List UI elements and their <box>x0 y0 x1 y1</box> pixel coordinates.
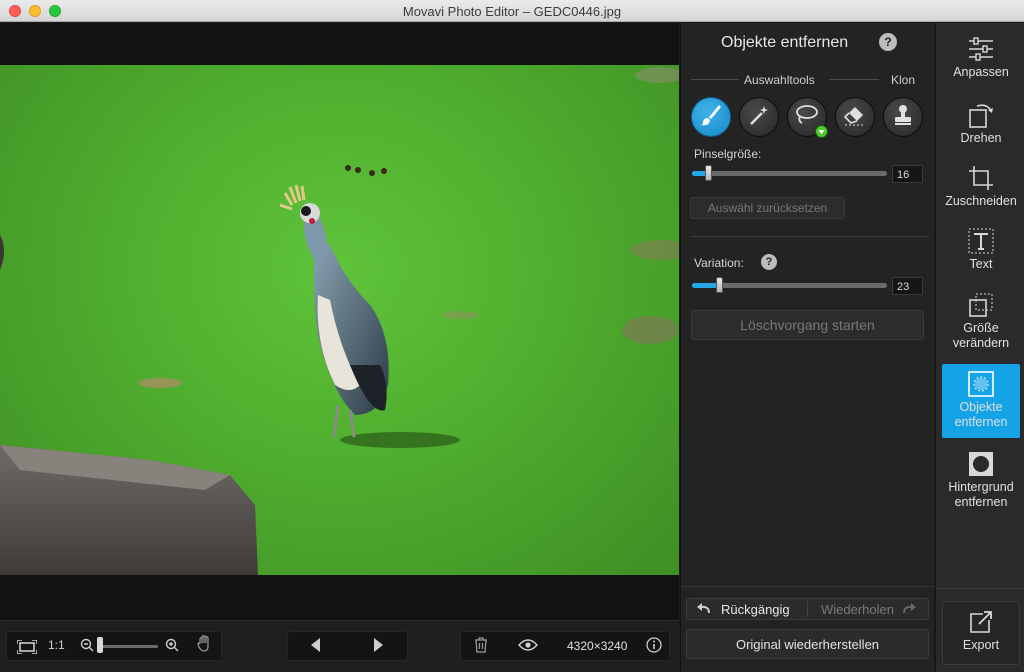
sidebar-item-background-removal[interactable]: Hintergrund entfernen <box>942 450 1020 516</box>
clone-stamp-tool-button[interactable] <box>883 97 923 137</box>
object-removal-panel: Objekte entfernen ? Auswahltools Klon Pi… <box>680 23 935 672</box>
selection-tools-label: Auswahltools <box>744 73 815 87</box>
window-title: Movavi Photo Editor – GEDC0446.jpg <box>402 4 622 19</box>
crop-icon <box>967 164 995 192</box>
sidebar-item-label: Drehen <box>960 131 1002 145</box>
section-divider <box>829 79 879 80</box>
section-divider <box>691 79 739 80</box>
zoom-slider-handle[interactable] <box>97 637 103 653</box>
redo-label: Wiederholen <box>821 601 894 617</box>
restore-original-button[interactable]: Original wiederherstellen <box>686 629 929 659</box>
export-label: Export <box>962 638 1000 652</box>
brush-size-slider[interactable] <box>692 171 887 176</box>
rotate-icon <box>967 101 995 129</box>
canvas-area[interactable] <box>0 23 679 620</box>
sidebar-item-resize[interactable]: Größe verändern <box>942 291 1020 357</box>
help-icon[interactable]: ? <box>879 33 897 51</box>
redo-arrow-icon <box>902 602 916 617</box>
sidebar-divider <box>936 588 1024 589</box>
zoom-level-label[interactable]: 1:1 <box>48 638 65 652</box>
magic-wand-icon <box>747 103 771 132</box>
sidebar-item-label: Objekte entfernen <box>954 400 1008 429</box>
sidebar-item-label: Zuschneiden <box>945 194 1017 208</box>
next-image-icon[interactable] <box>370 637 386 653</box>
sidebar-item-label: Hintergrund entfernen <box>948 480 1014 509</box>
lasso-options-dropdown[interactable] <box>815 125 828 138</box>
image-dimensions: 4320×3240 <box>567 639 628 653</box>
reset-selection-button[interactable]: Auswähl zurücksetzen <box>690 197 845 219</box>
brush-size-slider-handle[interactable] <box>704 165 712 181</box>
sidebar-item-label: Anpassen <box>953 65 1009 79</box>
variation-slider-fill <box>692 283 720 288</box>
sidebar-item-adjust[interactable]: Anpassen <box>942 35 1020 93</box>
panel-footer-divider <box>681 586 935 587</box>
lasso-tool-button[interactable] <box>787 97 828 138</box>
photo-image[interactable] <box>0 65 679 575</box>
resize-icon <box>967 291 995 319</box>
previous-image-icon[interactable] <box>308 637 324 653</box>
undo-label: Rückgängig <box>721 601 790 617</box>
redo-button[interactable]: Wiederholen <box>808 599 929 619</box>
text-icon <box>967 227 995 255</box>
clone-label: Klon <box>891 73 916 87</box>
eraser-icon <box>843 103 867 132</box>
start-removal-button[interactable]: Löschvorgang starten <box>691 310 924 340</box>
zoom-in-icon[interactable] <box>164 637 180 653</box>
tools-sidebar: Anpassen Drehen Zuschneiden Text Größe v… <box>935 23 1024 672</box>
variation-slider-handle[interactable] <box>716 277 724 293</box>
sidebar-item-rotate[interactable]: Drehen <box>942 101 1020 157</box>
hand-pan-icon[interactable] <box>195 634 215 654</box>
brush-size-input[interactable]: 16 <box>892 165 923 183</box>
sliders-icon <box>967 35 995 63</box>
sidebar-item-label: Größe verändern <box>952 321 1010 350</box>
stamp-icon <box>891 103 915 132</box>
variation-help-icon[interactable]: ? <box>761 254 777 270</box>
undo-arrow-icon <box>697 602 711 617</box>
brush-tool-button[interactable] <box>691 97 731 137</box>
eraser-tool-button[interactable] <box>835 97 875 137</box>
magic-wand-tool-button[interactable] <box>739 97 779 137</box>
app-window: Movavi Photo Editor – GEDC0446.jpg 1:1 4… <box>0 0 1024 672</box>
panel-title: Objekte entfernen <box>721 34 849 51</box>
zoom-out-icon[interactable] <box>79 637 95 653</box>
export-button[interactable]: Export <box>942 601 1020 665</box>
object-removal-icon <box>967 370 995 398</box>
sidebar-item-text[interactable]: Text <box>942 227 1020 283</box>
zoom-slider-track[interactable] <box>98 645 158 648</box>
sidebar-item-label: Text <box>969 257 993 271</box>
panel-divider <box>691 236 929 237</box>
brush-size-label: Pinselgröße: <box>694 147 762 161</box>
sidebar-item-object-removal[interactable]: Objekte entfernen <box>942 364 1020 438</box>
export-icon <box>967 608 995 636</box>
undo-redo-group: Rückgängig Wiederholen <box>686 598 929 620</box>
photo-illustration <box>0 67 679 575</box>
brush-icon <box>699 103 723 132</box>
variation-input[interactable]: 23 <box>892 277 923 295</box>
eye-preview-icon[interactable] <box>517 636 539 654</box>
fit-to-screen-icon[interactable] <box>15 638 39 656</box>
title-bar: Movavi Photo Editor – GEDC0446.jpg <box>0 0 1024 22</box>
background-removal-icon <box>967 450 995 478</box>
bottom-toolbar: 1:1 4320×3240 <box>0 620 679 672</box>
info-controls <box>460 631 670 661</box>
variation-label: Variation: <box>694 256 744 270</box>
navigation-controls <box>287 631 408 661</box>
sidebar-item-crop[interactable]: Zuschneiden <box>942 164 1020 220</box>
trash-icon[interactable] <box>472 636 490 654</box>
info-icon[interactable] <box>645 636 663 654</box>
undo-button[interactable]: Rückgängig <box>687 599 807 619</box>
